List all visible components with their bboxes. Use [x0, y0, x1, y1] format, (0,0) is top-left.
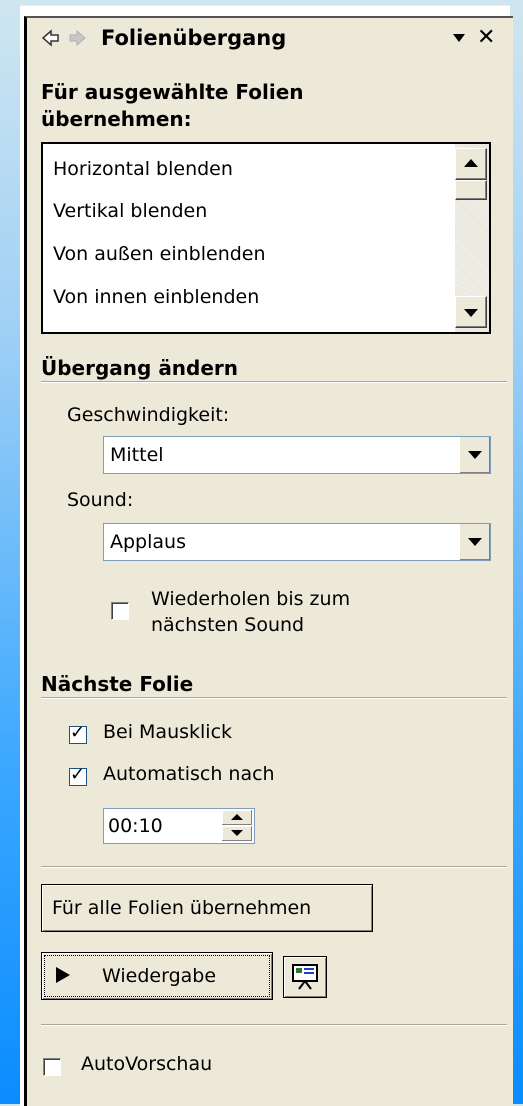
- back-arrow-icon[interactable]: [41, 28, 61, 48]
- divider: [41, 381, 507, 383]
- speed-label: Geschwindigkeit:: [67, 404, 230, 426]
- play-label: Wiedergabe: [102, 965, 217, 987]
- speed-select[interactable]: Mittel: [103, 436, 491, 474]
- divider: [41, 1024, 507, 1026]
- slideshow-button[interactable]: [283, 956, 327, 998]
- sound-value: Applaus: [110, 531, 186, 553]
- task-pane: Folienübergang ✕ Für ausgewählte Folien …: [24, 16, 513, 1106]
- next-slide-heading: Nächste Folie: [41, 672, 194, 696]
- automatic-label: Automatisch nach: [103, 763, 275, 785]
- sound-label: Sound:: [67, 489, 134, 511]
- autopreview-label: AutoVorschau: [81, 1053, 213, 1075]
- spin-up-button[interactable]: [222, 810, 252, 825]
- close-icon[interactable]: ✕: [477, 25, 495, 50]
- pane-title: Folienübergang: [101, 26, 287, 50]
- sound-dropdown-button[interactable]: [459, 524, 490, 560]
- spin-down-button[interactable]: [222, 826, 252, 841]
- time-value[interactable]: 00:10: [108, 815, 163, 837]
- speed-value: Mittel: [110, 444, 164, 466]
- forward-arrow-icon[interactable]: [67, 28, 87, 48]
- list-scrollbar[interactable]: [455, 144, 489, 332]
- apply-heading-line1: Für ausgewählte Folien: [41, 80, 304, 104]
- dropdown-triangle-icon[interactable]: [453, 34, 465, 42]
- automatic-checkbox[interactable]: ✓: [69, 764, 87, 786]
- modify-heading: Übergang ändern: [41, 356, 239, 380]
- apply-all-label: Für alle Folien übernehmen: [52, 897, 312, 919]
- divider: [41, 697, 507, 699]
- scroll-up-button[interactable]: [455, 148, 487, 180]
- apply-all-button[interactable]: Für alle Folien übernehmen: [41, 884, 373, 932]
- sound-select[interactable]: Applaus: [103, 523, 491, 561]
- list-item[interactable]: Von innen einblenden: [53, 286, 259, 308]
- scroll-down-button[interactable]: [455, 296, 487, 328]
- speed-dropdown-button[interactable]: [459, 437, 490, 473]
- on-click-label: Bei Mausklick: [103, 721, 233, 743]
- loop-sound-label-line1: Wiederholen bis zum: [151, 588, 351, 610]
- play-button[interactable]: Wiedergabe: [41, 952, 273, 1000]
- list-item[interactable]: Von außen einblenden: [53, 243, 266, 265]
- scroll-thumb[interactable]: [455, 180, 487, 200]
- play-triangle-icon: [56, 967, 70, 983]
- apply-heading-line2: übernehmen:: [41, 107, 192, 131]
- loop-sound-label-line2: nächsten Sound: [151, 614, 305, 636]
- slideshow-icon: [291, 963, 319, 991]
- list-item[interactable]: Vertikal blenden: [53, 200, 207, 222]
- loop-sound-checkbox[interactable]: [111, 602, 129, 620]
- time-spinner[interactable]: 00:10: [103, 808, 255, 844]
- on-click-checkbox[interactable]: ✓: [69, 722, 87, 744]
- divider: [41, 866, 507, 868]
- list-item[interactable]: Horizontal blenden: [53, 158, 233, 180]
- autopreview-checkbox[interactable]: [43, 1058, 61, 1076]
- transition-listbox[interactable]: Horizontal blenden Vertikal blenden Von …: [41, 142, 491, 334]
